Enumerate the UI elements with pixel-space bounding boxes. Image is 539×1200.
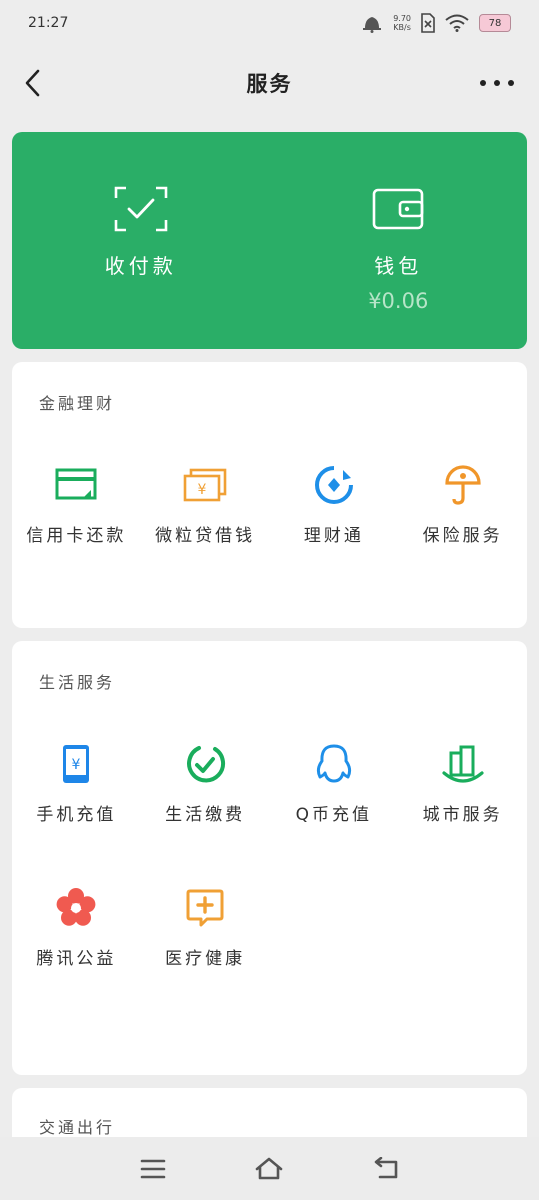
wallet-balance: ¥0.06 [368, 289, 429, 313]
back-arrow-icon[interactable] [18, 65, 54, 101]
wifi-icon [445, 14, 469, 32]
wealth-icon [311, 462, 357, 508]
credit-card-icon [53, 462, 99, 508]
return-icon[interactable] [370, 1153, 402, 1185]
item-label: 生活缴费 [165, 805, 246, 825]
qq-penguin-icon [311, 741, 357, 787]
status-time: 21:27 [28, 15, 69, 31]
section-title: 交通出行 [39, 1118, 116, 1137]
item-label: 理财通 [303, 526, 364, 546]
city-services-item[interactable]: 城市服务 [398, 741, 527, 830]
insurance-icon [440, 462, 486, 508]
q-coin-topup-item[interactable]: Q币充值 [270, 741, 399, 830]
item-label: 保险服务 [422, 526, 503, 546]
item-label: 城市服务 [422, 805, 503, 825]
no-sim-icon [421, 13, 435, 33]
item-label: 信用卡还款 [26, 526, 127, 546]
mobile-topup-item[interactable]: ¥ 手机充值 [12, 741, 141, 830]
life-services-grid: ¥ 手机充值 生活缴费 Q币充值 城市服务 腾讯公益 医疗健康 [12, 741, 527, 974]
section-title: 生活服务 [39, 673, 116, 692]
wallet-icon [372, 188, 424, 230]
pay-receive-button[interactable]: 收付款 [12, 132, 270, 349]
finance-grid: 信用卡还款 ¥ 微粒贷借钱 理财通 保险服务 [12, 462, 527, 551]
svg-text:¥: ¥ [72, 757, 81, 773]
pay-receive-label: 收付款 [104, 254, 177, 278]
net-speed: 9.70 KB/s [393, 14, 411, 32]
svg-text:¥: ¥ [198, 482, 207, 498]
system-nav-bar [0, 1137, 539, 1200]
battery-indicator: 78 [479, 14, 511, 32]
notification-bell-icon [363, 17, 382, 33]
utility-bill-icon [182, 741, 228, 787]
home-icon[interactable] [253, 1153, 285, 1185]
section-title: 金融理财 [39, 394, 116, 413]
item-label: 手机充值 [36, 805, 117, 825]
scan-check-icon [114, 186, 168, 232]
status-icons: 9.70 KB/s 78 [361, 13, 511, 33]
mobile-topup-icon: ¥ [53, 741, 99, 787]
medical-health-item[interactable]: 医疗健康 [141, 885, 270, 974]
item-label: 微粒贷借钱 [155, 526, 256, 546]
insurance-item[interactable]: 保险服务 [398, 462, 527, 551]
weilidai-loan-item[interactable]: ¥ 微粒贷借钱 [141, 462, 270, 551]
page-title: 服务 [246, 72, 293, 96]
item-label: Q币充值 [295, 805, 373, 825]
medical-cross-icon [182, 885, 228, 931]
item-label: 腾讯公益 [36, 949, 117, 969]
more-options-icon[interactable] [477, 73, 517, 93]
credit-card-repay-item[interactable]: 信用卡还款 [12, 462, 141, 551]
loan-bills-icon: ¥ [182, 462, 228, 508]
status-bar: 21:27 9.70 KB/s 78 [0, 0, 539, 46]
charity-flower-icon [53, 885, 99, 931]
wallet-label: 钱包 [374, 254, 423, 278]
nav-bar: 服务 [0, 55, 539, 111]
tencent-charity-item[interactable]: 腾讯公益 [12, 885, 141, 974]
life-services-section: 生活服务 ¥ 手机充值 生活缴费 Q币充值 城市服务 腾讯公益 医疗健康 [12, 641, 527, 1075]
wallet-button[interactable]: 钱包 ¥0.06 [270, 132, 528, 349]
city-buildings-icon [440, 741, 486, 787]
licaitong-item[interactable]: 理财通 [270, 462, 399, 551]
finance-section: 金融理财 信用卡还款 ¥ 微粒贷借钱 理财通 保险服务 [12, 362, 527, 628]
menu-icon[interactable] [137, 1153, 169, 1185]
wallet-card: 收付款 钱包 ¥0.06 [12, 132, 527, 349]
item-label: 医疗健康 [165, 949, 246, 969]
utility-bill-item[interactable]: 生活缴费 [141, 741, 270, 830]
